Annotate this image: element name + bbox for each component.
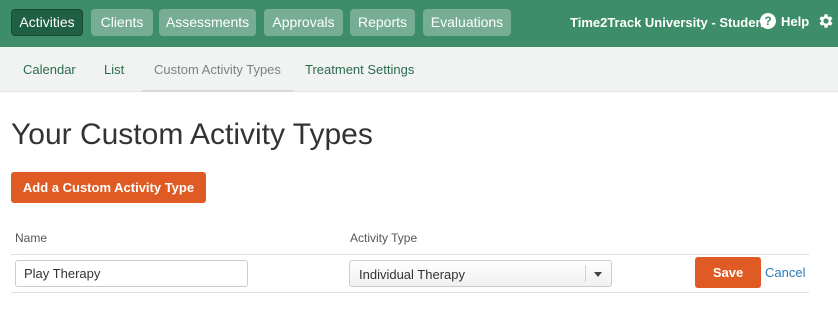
nav-tab-assessments[interactable]: Assessments [159, 9, 256, 36]
column-header-activity-type: Activity Type [350, 231, 418, 245]
top-nav-bar: Activities Clients Assessments Approvals… [0, 0, 838, 47]
nav-tab-clients[interactable]: Clients [91, 9, 153, 36]
gear-icon[interactable] [817, 12, 835, 30]
subnav-treatment-settings[interactable]: Treatment Settings [305, 47, 414, 92]
nav-tab-activities[interactable]: Activities [11, 9, 83, 36]
sub-nav-bar: Calendar List Custom Activity Types Trea… [0, 47, 838, 92]
help-link[interactable]: ? Help [760, 13, 809, 29]
help-label: Help [781, 13, 810, 29]
nav-tab-approvals[interactable]: Approvals [264, 9, 343, 36]
chevron-down-icon [594, 272, 602, 277]
column-header-name: Name [15, 231, 48, 245]
activity-type-selected-value: Individual Therapy [359, 267, 465, 282]
nav-tab-reports[interactable]: Reports [350, 9, 415, 36]
subnav-list[interactable]: List [104, 47, 124, 92]
name-input[interactable] [15, 260, 248, 287]
table-row-divider-bottom [11, 292, 809, 293]
save-button[interactable]: Save [695, 257, 761, 288]
subnav-calendar[interactable]: Calendar [23, 47, 76, 92]
cancel-link[interactable]: Cancel [765, 265, 805, 280]
page-title: Your Custom Activity Types [11, 118, 373, 151]
table-row-divider [11, 254, 809, 255]
activity-type-select[interactable]: Individual Therapy [349, 260, 612, 287]
user-account-label[interactable]: Time2Track University - Student [570, 15, 768, 30]
select-divider [585, 265, 586, 282]
nav-tab-evaluations[interactable]: Evaluations [423, 9, 511, 36]
question-circle-icon: ? [760, 13, 776, 29]
subnav-custom-activity-types[interactable]: Custom Activity Types [142, 47, 293, 92]
add-custom-activity-type-button[interactable]: Add a Custom Activity Type [11, 172, 206, 203]
